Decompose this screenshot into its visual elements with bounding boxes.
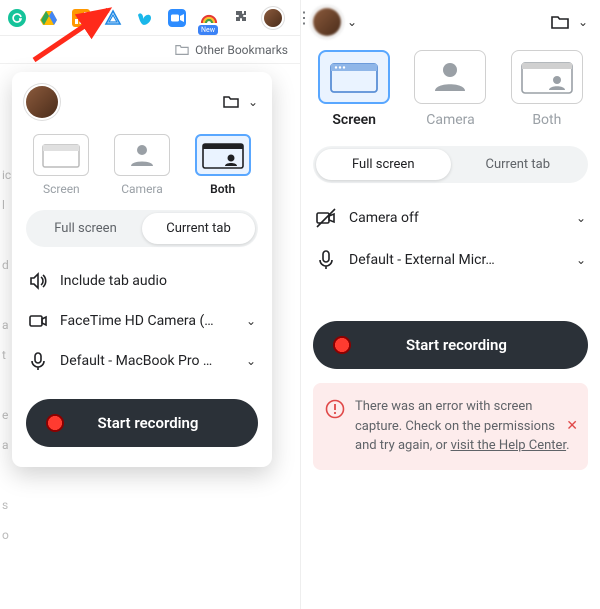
recording-popup: ⌄ Screen Camera Both Full screen bbox=[12, 72, 272, 467]
toggle-current-tab[interactable]: Current tab bbox=[451, 149, 586, 180]
toggle-current-tab[interactable]: Current tab bbox=[142, 213, 255, 244]
option-camera-label: Camera off bbox=[349, 210, 564, 226]
start-recording-button[interactable]: Start recording bbox=[26, 399, 258, 447]
mic-icon bbox=[28, 351, 48, 371]
profile-avatar-icon[interactable] bbox=[264, 9, 282, 27]
rainbow-icon[interactable]: New bbox=[200, 9, 218, 27]
mic-icon bbox=[315, 249, 337, 271]
option-mic-label: Default - MacBook Pro … bbox=[60, 353, 234, 369]
alert-text: There was an error with screen capture. … bbox=[355, 397, 576, 456]
speaker-icon bbox=[28, 271, 48, 291]
chevron-down-icon: ⌄ bbox=[576, 253, 586, 267]
chevron-down-icon: ⌄ bbox=[576, 211, 586, 225]
chevron-down-icon[interactable]: ⌄ bbox=[347, 15, 357, 29]
mode-both-label: Both bbox=[532, 112, 561, 128]
both-icon bbox=[519, 58, 575, 96]
option-mic-select[interactable]: Default - MacBook Pro … ⌄ bbox=[26, 341, 258, 381]
option-mic-select[interactable]: Default - External Micr… ⌄ bbox=[313, 239, 588, 281]
chevron-down-icon[interactable]: ⌄ bbox=[578, 15, 588, 29]
chevron-down-icon: ⌄ bbox=[246, 354, 256, 368]
new-badge: New bbox=[198, 25, 218, 35]
range-toggle: Full screen Current tab bbox=[26, 210, 258, 247]
toggle-full-screen[interactable]: Full screen bbox=[29, 213, 142, 244]
mode-screen-label: Screen bbox=[43, 182, 80, 196]
person-icon bbox=[430, 57, 470, 97]
option-mic-label: Default - External Micr… bbox=[349, 252, 564, 268]
analytics-icon[interactable] bbox=[72, 9, 90, 27]
mode-both-label: Both bbox=[210, 182, 235, 196]
alert-icon bbox=[325, 399, 345, 419]
range-toggle: Full screen Current tab bbox=[313, 146, 588, 183]
start-recording-label: Start recording bbox=[58, 414, 238, 432]
chevron-down-icon: ⌄ bbox=[246, 314, 256, 328]
toggle-full-screen[interactable]: Full screen bbox=[316, 149, 451, 180]
puzzle-icon[interactable] bbox=[232, 9, 250, 27]
avatar[interactable] bbox=[313, 8, 341, 36]
google-drive-icon[interactable] bbox=[40, 9, 58, 27]
person-icon bbox=[127, 140, 157, 170]
browser-extension-bar: New ⋮ bbox=[0, 0, 300, 36]
error-alert: There was an error with screen capture. … bbox=[313, 383, 588, 470]
start-recording-button[interactable]: Start recording bbox=[313, 321, 588, 369]
mode-screen[interactable]: Screen bbox=[313, 50, 395, 128]
mode-screen[interactable]: Screen bbox=[26, 134, 97, 196]
both-icon bbox=[201, 140, 245, 170]
screen-icon bbox=[41, 141, 81, 169]
option-audio[interactable]: Include tab audio bbox=[26, 261, 258, 301]
option-camera-label: FaceTime HD Camera (… bbox=[60, 313, 234, 329]
mode-camera[interactable]: Camera bbox=[107, 134, 178, 196]
mode-camera[interactable]: Camera bbox=[409, 50, 491, 128]
mode-screen-label: Screen bbox=[332, 112, 376, 128]
mode-camera-label: Camera bbox=[121, 182, 163, 196]
option-camera-off[interactable]: Camera off ⌄ bbox=[313, 197, 588, 239]
option-audio-label: Include tab audio bbox=[60, 273, 256, 289]
mode-both[interactable]: Both bbox=[506, 50, 588, 128]
chevron-down-icon[interactable]: ⌄ bbox=[248, 95, 258, 109]
triangle-icon[interactable] bbox=[104, 9, 122, 27]
zoom-icon[interactable] bbox=[168, 9, 186, 27]
camera-off-icon bbox=[315, 207, 337, 229]
start-recording-label: Start recording bbox=[345, 336, 568, 354]
bookmarks-bar: Other Bookmarks bbox=[0, 36, 300, 64]
avatar[interactable] bbox=[26, 86, 58, 118]
background-text: icldateaso bbox=[2, 160, 11, 550]
other-bookmarks-label[interactable]: Other Bookmarks bbox=[195, 43, 288, 57]
mode-both[interactable]: Both bbox=[187, 134, 258, 196]
folder-icon[interactable] bbox=[550, 12, 570, 32]
folder-icon bbox=[175, 43, 189, 57]
help-center-link[interactable]: visit the Help Center bbox=[451, 438, 567, 453]
screen-icon bbox=[328, 59, 380, 95]
vimeo-icon[interactable] bbox=[136, 9, 154, 27]
camera-icon bbox=[28, 311, 48, 331]
grammarly-icon[interactable] bbox=[8, 9, 26, 27]
mode-camera-label: Camera bbox=[426, 112, 475, 128]
close-icon[interactable]: ✕ bbox=[566, 418, 578, 434]
option-camera-select[interactable]: FaceTime HD Camera (… ⌄ bbox=[26, 301, 258, 341]
folder-icon[interactable] bbox=[222, 93, 240, 111]
